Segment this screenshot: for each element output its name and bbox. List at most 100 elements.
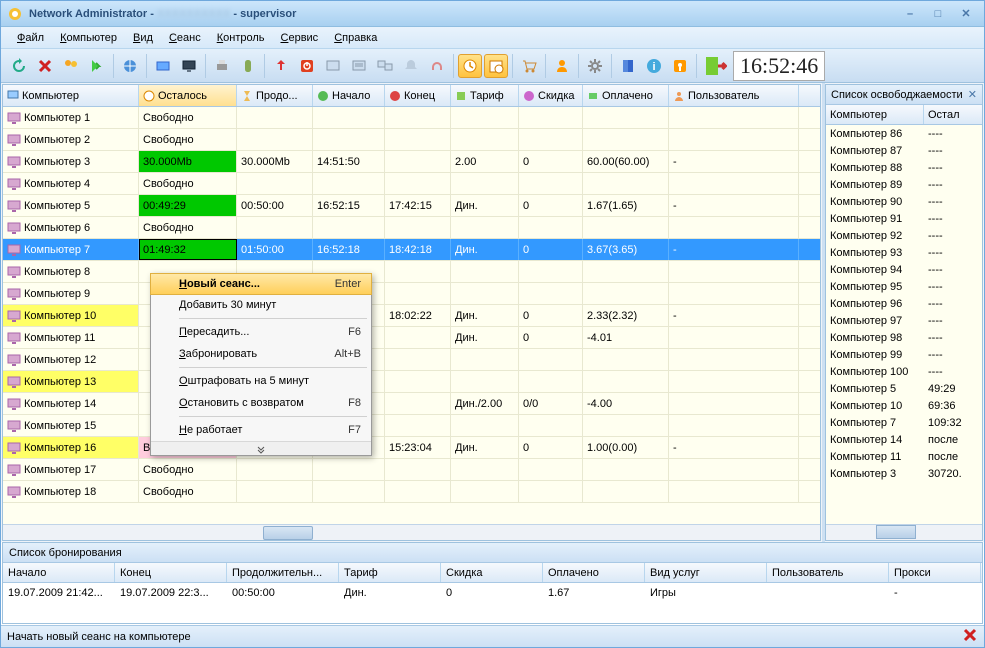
menu-item[interactable]: Добавить 30 минут [151,294,371,316]
list-item[interactable]: Компьютер 1069:36 [826,397,982,414]
gear-icon[interactable] [583,54,607,78]
bh-tariff[interactable]: Тариф [339,563,441,582]
bh-user[interactable]: Пользователь [767,563,889,582]
status-x-icon[interactable] [962,627,978,646]
list-item[interactable]: Компьютер 98---- [826,329,982,346]
clock-calendar-icon[interactable] [484,54,508,78]
close-panel-icon[interactable]: ✕ [968,88,977,101]
list-item[interactable]: Компьютер 95---- [826,278,982,295]
list-item[interactable]: Компьютер 7109:32 [826,414,982,431]
list-item[interactable]: Компьютер 90---- [826,193,982,210]
menu-service[interactable]: Сервис [273,30,327,46]
book-icon[interactable] [616,54,640,78]
table-row[interactable]: Компьютер 17Свободно [3,459,820,481]
table-row[interactable]: Компьютер 15 [3,415,820,437]
maximize-button[interactable]: □ [926,5,950,23]
main-grid[interactable]: Компьютер Осталось Продо... Начало Конец… [2,84,821,541]
print-icon[interactable] [210,54,234,78]
grid-hscrollbar[interactable] [3,524,820,540]
list-item[interactable]: Компьютер 96---- [826,295,982,312]
monitor-icon[interactable] [177,54,201,78]
table-row[interactable]: Компьютер 4Свободно [3,173,820,195]
list-item[interactable]: Компьютер 14после [826,431,982,448]
list-item[interactable]: Компьютер 99---- [826,346,982,363]
list-item[interactable]: Компьютер 330720. [826,465,982,482]
rp-hscrollbar[interactable] [826,524,982,540]
menu-file[interactable]: Файл [9,30,52,46]
menu-expand-icon[interactable] [151,441,371,455]
card-icon[interactable] [151,54,175,78]
forward-icon[interactable] [85,54,109,78]
key-icon[interactable] [668,54,692,78]
table-row[interactable]: Компьютер 12 [3,349,820,371]
table-row[interactable]: Компьютер 330.000Mb30.000Mb14:51:502.000… [3,151,820,173]
headset-icon[interactable] [425,54,449,78]
table-row[interactable]: Компьютер 9 [3,283,820,305]
rp-header-remain[interactable]: Остал [924,105,968,124]
menu-item[interactable]: ЗабронироватьAlt+B [151,343,371,365]
menu-session[interactable]: Сеанс [161,30,209,46]
power-icon[interactable] [295,54,319,78]
clock-icon [143,90,155,102]
bh-dur[interactable]: Продолжительн... [227,563,339,582]
table-row[interactable]: Компьютер 18Свободно [3,481,820,503]
bh-disc[interactable]: Скидка [441,563,543,582]
menu-item[interactable]: Оштрафовать на 5 минут [151,370,371,392]
bh-end[interactable]: Конец [115,563,227,582]
booking-row[interactable]: 19.07.2009 21:42... 19.07.2009 22:3... 0… [3,583,982,603]
screen2-icon[interactable] [347,54,371,78]
globe-icon[interactable] [118,54,142,78]
bh-svc[interactable]: Вид услуг [645,563,767,582]
table-row[interactable]: Компьютер 16Время вышло00:30:0014:53:041… [3,437,820,459]
menu-item[interactable]: Не работаетF7 [151,419,371,441]
list-item[interactable]: Компьютер 549:29 [826,380,982,397]
rp-header-computer[interactable]: Компьютер [826,105,924,124]
list-item[interactable]: Компьютер 91---- [826,210,982,227]
menu-computer[interactable]: Компьютер [52,30,125,46]
user-icon[interactable] [550,54,574,78]
list-item[interactable]: Компьютер 11после [826,448,982,465]
list-item[interactable]: Компьютер 88---- [826,159,982,176]
list-item[interactable]: Компьютер 100---- [826,363,982,380]
table-row[interactable]: Компьютер 13 [3,371,820,393]
menu-item[interactable]: Остановить с возвратомF8 [151,392,371,414]
minimize-button[interactable]: – [898,5,922,23]
table-row[interactable]: Компьютер 1452:39Дин./2.000/0-4.00 [3,393,820,415]
screens-icon[interactable] [373,54,397,78]
table-row[interactable]: Компьютер 1052:2218:02:22Дин.02.33(2.32)… [3,305,820,327]
bh-paid[interactable]: Оплачено [543,563,645,582]
exit-icon[interactable] [703,54,727,78]
list-item[interactable]: Компьютер 97---- [826,312,982,329]
list-item[interactable]: Компьютер 87---- [826,142,982,159]
list-item[interactable]: Компьютер 92---- [826,227,982,244]
clock-orange-icon[interactable] [458,54,482,78]
list-item[interactable]: Компьютер 86---- [826,125,982,142]
table-row[interactable]: Компьютер 8 [3,261,820,283]
upload-icon[interactable] [269,54,293,78]
menu-item[interactable]: Новый сеанс...Enter [150,273,372,295]
menu-item[interactable]: Пересадить...F6 [151,321,371,343]
list-item[interactable]: Компьютер 89---- [826,176,982,193]
screen1-icon[interactable] [321,54,345,78]
close-button[interactable]: ✕ [954,5,978,23]
table-row[interactable]: Компьютер 6Свободно [3,217,820,239]
table-row[interactable]: Компьютер 701:49:3201:50:0016:52:1818:42… [3,239,820,261]
menu-view[interactable]: Вид [125,30,161,46]
table-row[interactable]: Компьютер 1Свободно [3,107,820,129]
bh-proxy[interactable]: Прокси [889,563,981,582]
cart-icon[interactable] [517,54,541,78]
table-row[interactable]: Компьютер 1152:54Дин.0-4.01 [3,327,820,349]
delete-icon[interactable] [33,54,57,78]
bh-start[interactable]: Начало [3,563,115,582]
list-item[interactable]: Компьютер 93---- [826,244,982,261]
table-row[interactable]: Компьютер 500:49:2900:50:0016:52:1517:42… [3,195,820,217]
bell-icon[interactable] [399,54,423,78]
list-item[interactable]: Компьютер 94---- [826,261,982,278]
menu-control[interactable]: Контроль [209,30,273,46]
users-icon[interactable] [59,54,83,78]
info-icon[interactable]: i [642,54,666,78]
table-row[interactable]: Компьютер 2Свободно [3,129,820,151]
menu-help[interactable]: Справка [326,30,385,46]
refresh-icon[interactable] [7,54,31,78]
money-icon[interactable] [236,54,260,78]
